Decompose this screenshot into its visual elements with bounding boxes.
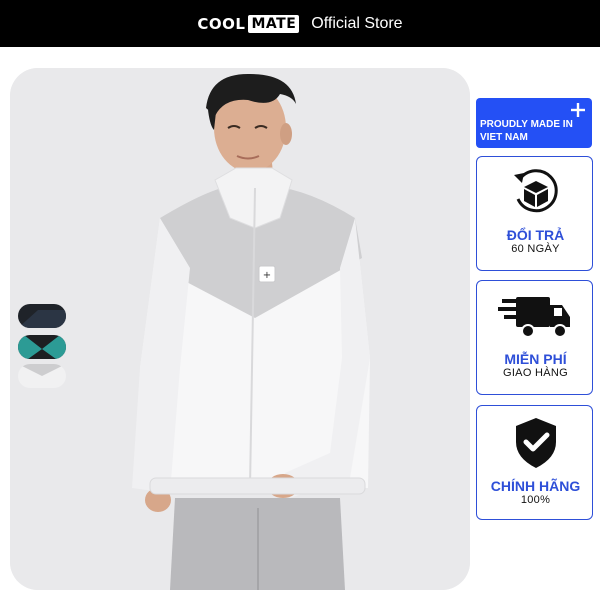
made-in-vietnam-text: PROUDLY MADE IN VIET NAM (480, 119, 573, 143)
logo-text-mate: MATE (248, 14, 300, 33)
swatch-black-shape (18, 304, 66, 328)
feature-sub-return: 60 NGÀY (511, 243, 560, 255)
logo-text-cool: COOL (197, 14, 246, 33)
feature-title-authentic: CHÍNH HÃNG (490, 478, 581, 494)
delivery-truck-icon (477, 289, 594, 345)
swatch-white-shape (18, 364, 66, 388)
swatch-teal-shape (18, 335, 66, 359)
shield-check-icon (477, 414, 594, 470)
feature-sub-shipping: GIAO HÀNG (502, 367, 569, 379)
color-swatch-black[interactable] (18, 304, 66, 328)
model-jacket-illustration: + (10, 68, 470, 590)
coolmate-logo[interactable]: COOL MATE (197, 14, 300, 33)
box-return-icon (477, 165, 594, 221)
color-swatch-white[interactable] (18, 364, 66, 388)
store-header: COOL MATE Official Store (0, 0, 600, 47)
feature-sub-authentic: 100% (520, 494, 551, 506)
feature-card-authentic: CHÍNH HÃNG 100% (476, 405, 593, 520)
feature-title-shipping: MIỄN PHÍ (504, 351, 567, 367)
made-in-vietnam-badge: PROUDLY MADE IN VIET NAM (476, 98, 592, 148)
svg-text:+: + (263, 270, 271, 281)
feature-card-shipping: MIỄN PHÍ GIAO HÀNG (476, 280, 593, 395)
feature-title-return: ĐỔI TRẢ (506, 227, 565, 243)
feature-card-return: ĐỔI TRẢ 60 NGÀY (476, 156, 593, 271)
product-image[interactable]: + (10, 68, 470, 590)
official-store-label: Official Store (311, 14, 403, 32)
color-swatch-teal[interactable] (18, 335, 66, 359)
